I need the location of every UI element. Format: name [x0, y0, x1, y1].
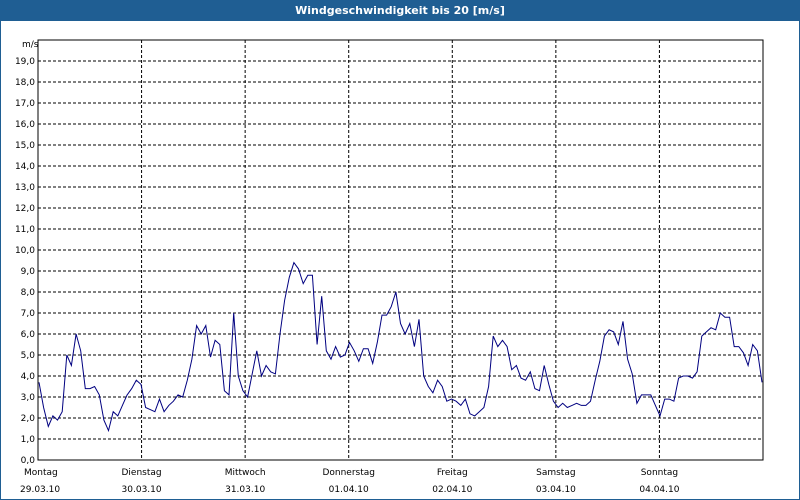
y-tick-label: 0,0 — [21, 456, 36, 466]
x-tick-labels: Montag 29.03.10 Dienstag 30.03.10 Mittwoch 31… — [20, 468, 680, 495]
x-tick-day-label: Samstag — [536, 468, 575, 478]
x-tick-date-label: 01.04.10 — [329, 485, 369, 495]
y-tick-label: 9,0 — [21, 267, 36, 277]
y-tick-label: 15,0 — [15, 141, 35, 151]
x-tick-day-label: Donnerstag — [322, 468, 375, 478]
x-tick-day-label: Dienstag — [122, 468, 162, 478]
grid-lines — [38, 60, 763, 440]
y-tick-labels: 0,0 1,0 2,0 3,0 4,0 5,0 6,0 7,0 8,0 9,0 10,0 11,0 12… — [15, 57, 35, 466]
y-tick-label: 2,0 — [21, 414, 36, 424]
y-tick-label: 7,0 — [21, 309, 36, 319]
wind-speed-chart: m/s 0,0 1,0 2,0 3,0 4,0 5,0 6,0 7,0 8,0 9,0 10,0 11… — [15, 39, 764, 495]
y-tick-label: 19,0 — [15, 57, 35, 67]
y-tick-label: 12,0 — [15, 204, 35, 214]
x-tick-date-label: 30.03.10 — [122, 485, 162, 495]
x-tick-day-label: Sonntag — [641, 468, 678, 478]
y-tick-label: 3,0 — [21, 393, 36, 403]
y-tick-label: 18,0 — [15, 78, 35, 88]
x-tick-date-label: 02.04.10 — [432, 485, 472, 495]
y-unit-label: m/s — [22, 40, 39, 50]
x-tick-date-label: 29.03.10 — [20, 485, 60, 495]
x-tick-date-label: 04.04.10 — [639, 485, 679, 495]
wind-speed-series-line — [38, 261, 763, 433]
x-tick-day-label: Freitag — [437, 468, 468, 478]
x-tick-date-label: 03.04.10 — [536, 485, 576, 495]
x-tick-day-label: Mittwoch — [225, 468, 266, 478]
y-tick-label: 4,0 — [21, 372, 36, 382]
y-tick-label: 6,0 — [21, 330, 36, 340]
y-tick-label: 14,0 — [15, 162, 35, 172]
y-tick-label: 16,0 — [15, 120, 35, 130]
y-tick-label: 8,0 — [21, 288, 36, 298]
y-tick-label: 17,0 — [15, 99, 35, 109]
x-tick-date-label: 31.03.10 — [225, 485, 265, 495]
y-tick-label: 10,0 — [15, 246, 35, 256]
x-tick-day-label: Montag — [24, 468, 58, 478]
y-tick-label: 5,0 — [21, 351, 36, 361]
y-tick-label: 13,0 — [15, 183, 35, 193]
y-tick-label: 11,0 — [15, 225, 35, 235]
y-tick-label: 1,0 — [21, 435, 36, 445]
